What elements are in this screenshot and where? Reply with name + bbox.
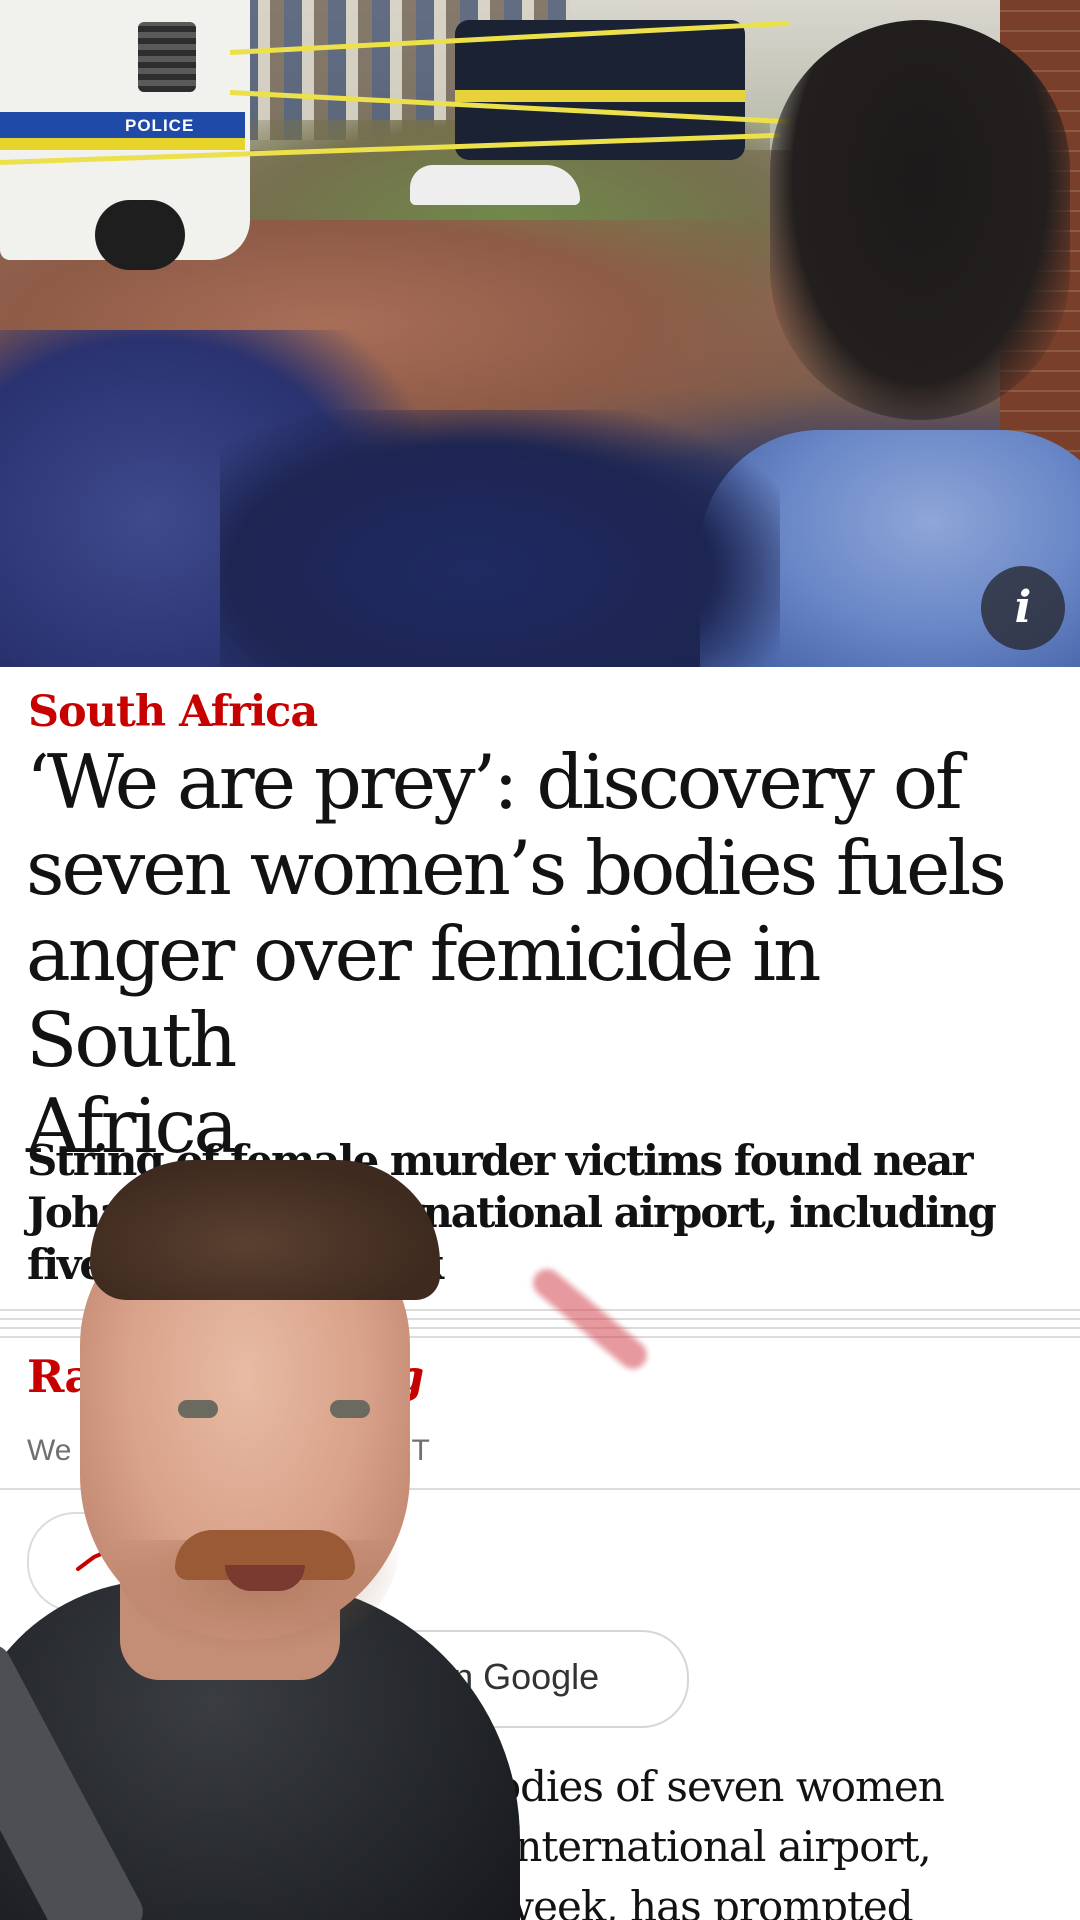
body-line: s international airport, (470, 1822, 932, 1871)
body-line: t week, has prompted (470, 1882, 914, 1920)
presenter-eye-right (330, 1400, 370, 1418)
article-body: bodies of seven women s international ai… (470, 1757, 1070, 1920)
headline: ‘We are prey’: discovery of seven women’… (26, 739, 1046, 1169)
presenter-video-overlay (0, 1160, 520, 1920)
hero-image: POLICE i (0, 0, 1080, 667)
headline-line: seven women’s bodies fuels (26, 824, 1007, 912)
headline-line: anger over femicide in South (26, 910, 821, 1084)
presenter-hair (90, 1160, 440, 1300)
photo-car-grille (138, 22, 196, 92)
photo-person-right-head (770, 20, 1070, 420)
section-kicker[interactable]: South Africa (28, 687, 318, 737)
photo-car-stripe (0, 112, 245, 138)
screen: POLICE i South Africa ‘We are prey’: dis… (0, 0, 1080, 1920)
headline-line: ‘We are prey’: discovery of (26, 738, 963, 826)
photo-car-wheel (95, 200, 185, 270)
photo-person-middle (220, 410, 780, 667)
body-line: bodies of seven women (470, 1762, 945, 1811)
presenter-eye-left (178, 1400, 218, 1418)
photo-police-text: POLICE (125, 116, 195, 135)
photo-truck-stripe (455, 90, 745, 102)
info-icon[interactable]: i (981, 566, 1065, 650)
photo-car-stripe-yellow (0, 138, 245, 150)
photo-covered-body (410, 165, 580, 205)
